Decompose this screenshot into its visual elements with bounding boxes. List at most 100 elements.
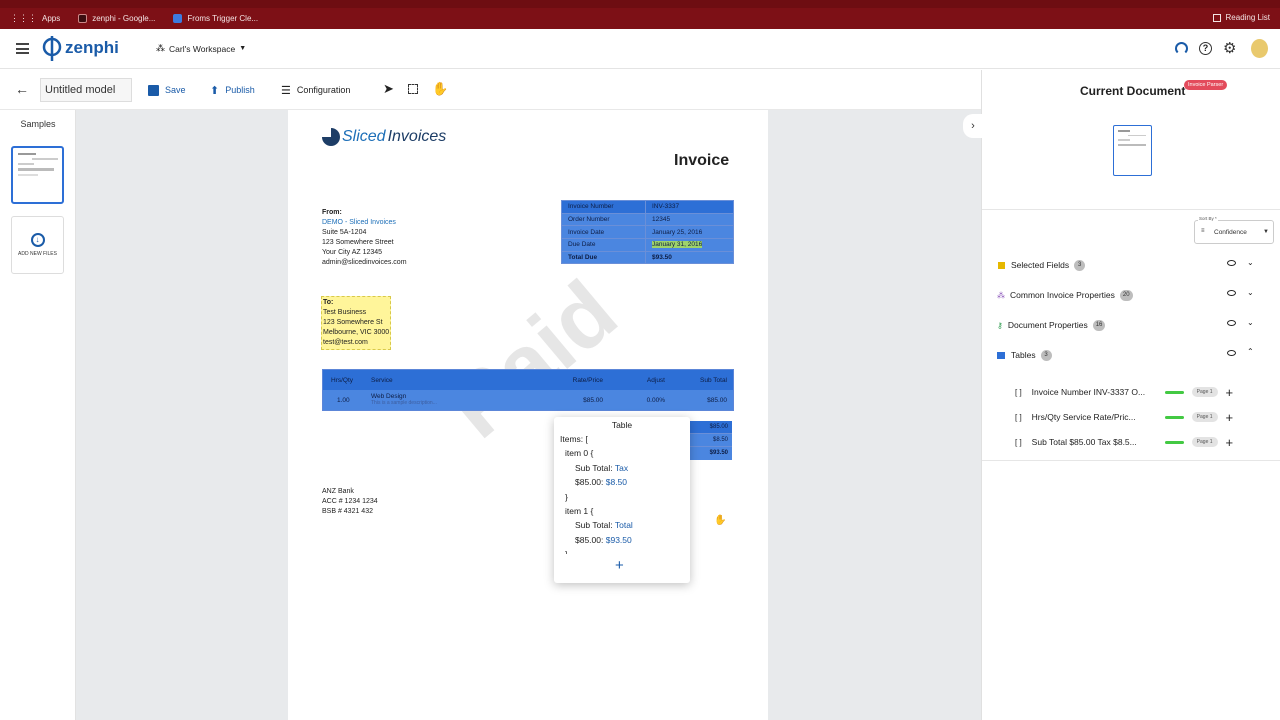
- totals-table[interactable]: $85.00 $8.50 $93.50: [686, 421, 732, 460]
- eye-icon[interactable]: [1227, 260, 1236, 266]
- table-entry[interactable]: [ ] Sub Total $85.00 Tax $8.5... Page 1 …: [982, 427, 1280, 457]
- popup-line: $85.00: $93.50: [575, 534, 632, 545]
- forms-favicon-icon: [173, 14, 183, 23]
- chevron-down-icon[interactable]: ⌄: [1247, 318, 1254, 327]
- invoice-page[interactable]: Paid Sliced Invoices Invoice From: DEMO -…: [288, 110, 768, 720]
- add-plus-icon[interactable]: +: [1226, 435, 1234, 450]
- items-data-row[interactable]: 1.00 Web Design This is a sample descrip…: [323, 390, 733, 410]
- phi-logo-icon: [42, 36, 62, 61]
- line-items-table[interactable]: Hrs/Qty Service Rate/Price Adjust Sub To…: [322, 369, 734, 411]
- star-group-icon: [998, 261, 1005, 269]
- group-selected-fields[interactable]: Selected Fields 3 ⌄: [982, 250, 1280, 280]
- popup-title: Table: [611, 420, 633, 430]
- region-select-icon[interactable]: [408, 84, 418, 94]
- add-plus-icon[interactable]: +: [1226, 410, 1234, 425]
- chevron-down-icon[interactable]: ⌄: [1247, 288, 1254, 297]
- sort-by-select[interactable]: Sort By * ≡ Confidence ▼: [1194, 216, 1274, 244]
- bookmark-apps[interactable]: ⋮⋮⋮ Apps: [10, 13, 60, 24]
- panel-title: Current Document: [1080, 84, 1186, 98]
- pie-logo-icon: [322, 128, 340, 146]
- meta-row[interactable]: Total Due $93.50: [561, 250, 734, 265]
- confidence-bar: [1164, 390, 1184, 394]
- sample-thumbnail[interactable]: [11, 146, 64, 204]
- grab-cursor-icon: ✋: [714, 515, 727, 526]
- pan-hand-icon[interactable]: ✋: [432, 81, 448, 97]
- caret-down-icon: ▼: [1263, 229, 1269, 235]
- popup-line: $85.00: $8.50: [575, 477, 628, 488]
- bookmark-zenphi[interactable]: zenphi - Google...: [78, 14, 155, 23]
- meta-row[interactable]: Invoice Number INV-3337: [561, 200, 734, 214]
- popup-line: Sub Total: Tax: [575, 462, 629, 473]
- bookmarks-bar: ⋮⋮⋮ Apps zenphi - Google... Froms Trigge…: [0, 8, 1280, 29]
- add-new-files-button[interactable]: ↓ ADD NEW FILES: [11, 216, 64, 274]
- meta-row[interactable]: Due Date January 31, 2016: [561, 238, 734, 252]
- chevron-up-icon[interactable]: ⌃: [1247, 347, 1254, 356]
- zenphi-logo[interactable]: zenphi: [41, 34, 119, 62]
- samples-title: Samples: [20, 119, 56, 129]
- add-plus-icon[interactable]: +: [615, 558, 624, 573]
- chevron-down-icon[interactable]: ⌄: [1247, 258, 1254, 267]
- select-pointer-icon[interactable]: ➤: [383, 82, 394, 95]
- publish-button[interactable]: ⬆ Publish: [210, 80, 255, 100]
- popup-line: item 0 {: [565, 448, 594, 459]
- browser-address-bar: [0, 0, 1280, 8]
- workspace-selector[interactable]: ⁂ Carl's Workspace ▼: [156, 43, 246, 54]
- bank-details: ANZ Bank ACC # 1234 1234 BSB # 4321 432: [322, 488, 378, 515]
- brackets-icon: [ ]: [1015, 387, 1022, 397]
- sort-lines-icon: ≡: [1201, 228, 1205, 234]
- help-icon[interactable]: ?: [1199, 42, 1212, 55]
- group-tables[interactable]: Tables 3 ⌃: [982, 340, 1280, 370]
- brackets-icon: [ ]: [1015, 437, 1022, 447]
- invoice-meta-table[interactable]: Invoice Number INV-3337 Order Number 12345…: [561, 200, 734, 265]
- save-button[interactable]: Save: [148, 80, 186, 100]
- current-document-panel: › Current Document Invoice Parser Sort B…: [963, 70, 1280, 720]
- floppy-disk-icon: [148, 84, 159, 96]
- eye-off-icon[interactable]: [1227, 320, 1236, 326]
- model-toolbar: ← Save ⬆ Publish ☰ Configuration ➤ ✋: [0, 70, 981, 110]
- eye-icon[interactable]: [1227, 350, 1236, 356]
- group-common-invoice-properties[interactable]: ⁂ Common Invoice Properties 20 ⌄: [982, 280, 1280, 310]
- popup-line: Sub Total: Total: [575, 520, 633, 531]
- app-header: zenphi ⁂ Carl's Workspace ▼ ? ⚙: [0, 29, 1280, 69]
- reading-list[interactable]: Reading List: [1212, 13, 1270, 22]
- eye-off-icon[interactable]: [1227, 290, 1236, 296]
- items-header-row: Hrs/Qty Service Rate/Price Adjust Sub To…: [323, 370, 733, 390]
- document-thumbnail[interactable]: [1113, 125, 1152, 176]
- reading-list-icon: [1212, 13, 1221, 22]
- zenphi-favicon-icon: [78, 14, 88, 23]
- table-preview-popup[interactable]: Table Items: [ item 0 { Sub Total: Tax $…: [554, 417, 690, 583]
- sliced-invoices-logo: Sliced Invoices: [322, 128, 446, 146]
- configuration-button[interactable]: ☰ Configuration: [281, 80, 350, 100]
- bookmark-forms[interactable]: Froms Trigger Cle...: [173, 14, 258, 23]
- model-name-input[interactable]: [40, 78, 132, 102]
- panel-divider: [982, 460, 1280, 461]
- cluster-group-icon: ⁂: [997, 290, 1005, 300]
- user-avatar[interactable]: [1251, 39, 1268, 58]
- to-block-highlight[interactable]: To: Test Business 123 Somewhere St Melbo…: [321, 296, 392, 350]
- invoice-heading: Invoice: [674, 152, 730, 169]
- support-icon[interactable]: [1175, 42, 1188, 55]
- sliders-icon: ☰: [281, 84, 291, 97]
- from-block: From: DEMO - Sliced Invoices Suite 5A-12…: [322, 209, 407, 266]
- samples-sidebar: Samples ↓ ADD NEW FILES: [0, 110, 76, 720]
- popup-body: Items: [ item 0 { Sub Total: Tax $85.00:…: [554, 432, 690, 554]
- due-date-highlight[interactable]: January 31, 2016: [652, 241, 703, 249]
- back-arrow-icon[interactable]: ←: [15, 82, 29, 96]
- invoice-parser-tag: Invoice Parser: [1184, 80, 1228, 90]
- popup-line: Items: [: [560, 434, 588, 444]
- group-document-properties[interactable]: ⚷ Document Properties 16 ⌄: [982, 310, 1280, 340]
- settings-gear-icon[interactable]: ⚙: [1223, 39, 1236, 57]
- panel-collapse-button[interactable]: ›: [963, 114, 983, 138]
- panel-divider: [982, 209, 1280, 210]
- add-plus-icon[interactable]: +: [1226, 385, 1234, 400]
- table-group-icon: [997, 351, 1005, 359]
- caret-down-icon: ▼: [239, 45, 247, 52]
- meta-row[interactable]: Invoice Date January 25, 2016: [561, 225, 734, 240]
- menu-icon[interactable]: [16, 43, 29, 54]
- popup-line: item 1 {: [565, 506, 594, 517]
- apps-grid-icon: ⋮⋮⋮: [10, 13, 37, 23]
- confidence-bar: [1164, 440, 1184, 444]
- popup-line: }: [565, 549, 568, 555]
- meta-row[interactable]: Order Number 12345: [561, 212, 734, 227]
- popup-line: }: [565, 491, 568, 502]
